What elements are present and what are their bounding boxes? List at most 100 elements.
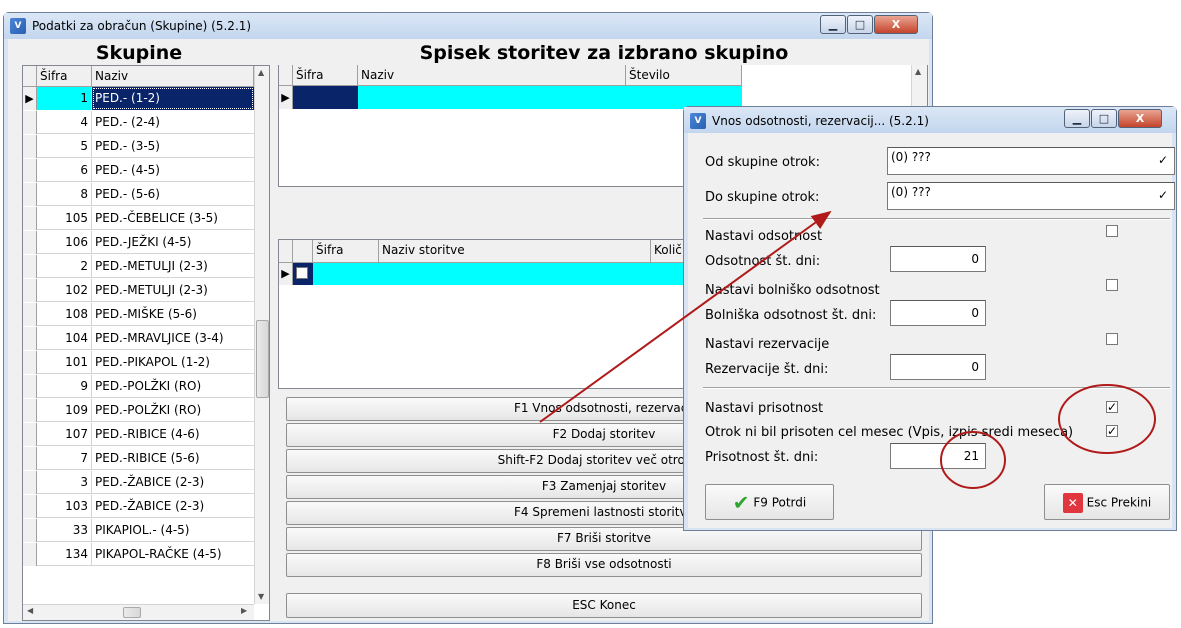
group-code[interactable]: 2 <box>37 255 92 278</box>
dialog-close-button[interactable]: X <box>1118 109 1162 128</box>
services-row[interactable]: ▶ <box>279 86 742 109</box>
bolniska-dni-input[interactable]: 0 <box>890 300 986 326</box>
group-row[interactable]: 103 PED.-ŽABICE (2-3) <box>23 495 254 518</box>
group-name[interactable]: PED.-MIŠKE (5-6) <box>92 303 254 326</box>
group-row[interactable]: 134 PIKAPOL-RAČKE (4-5) <box>23 543 254 566</box>
group-row[interactable]: 101 PED.-PIKAPOL (1-2) <box>23 351 254 374</box>
group-row[interactable]: 104 PED.-MRAVLJICE (3-4) <box>23 327 254 350</box>
group-name[interactable]: PED.-RIBICE (5-6) <box>92 447 254 470</box>
group-code[interactable]: 6 <box>37 159 92 182</box>
group-code[interactable]: 8 <box>37 183 92 206</box>
group-row[interactable]: 102 PED.-METULJI (2-3) <box>23 279 254 302</box>
group-row[interactable]: 9 PED.-POLŽKI (RO) <box>23 375 254 398</box>
dialog-minimize-button[interactable]: ▁ <box>1064 109 1090 128</box>
groups-vscroll-thumb[interactable] <box>256 320 269 398</box>
group-code[interactable]: 1 <box>37 87 92 110</box>
group-name[interactable]: PED.-METULJI (2-3) <box>92 255 254 278</box>
group-row[interactable]: 4 PED.- (2-4) <box>23 111 254 134</box>
function-button[interactable]: F8 Briši vse odsotnosti <box>286 553 922 577</box>
prisotnost-dni-input[interactable]: 21 <box>890 443 986 469</box>
group-name[interactable]: PED.-MRAVLJICE (3-4) <box>92 327 254 350</box>
scroll-left-arrow-icon[interactable]: ◀ <box>27 606 33 615</box>
maximize-button[interactable]: □ <box>847 15 873 34</box>
group-row[interactable]: 108 PED.-MIŠKE (5-6) <box>23 303 254 326</box>
group-code[interactable]: 5 <box>37 135 92 158</box>
group-name[interactable]: PED.-POLŽKI (RO) <box>92 399 254 422</box>
rezervacije-dni-input[interactable]: 0 <box>890 354 986 380</box>
group-row[interactable]: 106 PED.-JEŽKI (4-5) <box>23 231 254 254</box>
do-skupine-field[interactable]: (0) ??? ✓ <box>887 182 1175 210</box>
group-code[interactable]: 105 <box>37 207 92 230</box>
group-row[interactable]: 8 PED.- (5-6) <box>23 183 254 206</box>
group-code[interactable]: 33 <box>37 519 92 542</box>
group-name[interactable]: PED.-RIBICE (4-6) <box>92 423 254 446</box>
group-name[interactable]: PED.- (3-5) <box>92 135 254 158</box>
scroll-right-arrow-icon[interactable]: ▶ <box>241 606 247 615</box>
groups-hscroll-thumb[interactable] <box>123 607 141 618</box>
group-code[interactable]: 134 <box>37 543 92 566</box>
group-code[interactable]: 108 <box>37 303 92 326</box>
group-name[interactable]: PED.- (2-4) <box>92 111 254 134</box>
group-name[interactable]: PED.- (5-6) <box>92 183 254 206</box>
close-button[interactable]: X <box>874 15 918 34</box>
od-skupine-field[interactable]: (0) ??? ✓ <box>887 147 1175 175</box>
scroll-down-arrow-icon[interactable]: ▼ <box>258 592 264 601</box>
services2-row-checkbox[interactable] <box>296 267 308 279</box>
do-skupine-dropdown-icon[interactable]: ✓ <box>1158 188 1168 202</box>
esc-konec-button[interactable]: ESC Konec <box>286 593 922 618</box>
groups-col-naziv[interactable]: Naziv <box>92 66 254 87</box>
group-code[interactable]: 3 <box>37 471 92 494</box>
groups-vscrollbar[interactable]: ▲ ▼ <box>254 66 269 604</box>
group-code[interactable]: 106 <box>37 231 92 254</box>
group-name[interactable]: PED.-JEŽKI (4-5) <box>92 231 254 254</box>
groups-hscrollbar[interactable]: ◀ ▶ <box>23 604 254 620</box>
group-code[interactable]: 4 <box>37 111 92 134</box>
scroll-up-arrow-icon[interactable]: ▲ <box>258 68 264 77</box>
group-code[interactable]: 109 <box>37 399 92 422</box>
minimize-button[interactable]: ▁ <box>820 15 846 34</box>
groups-col-sifra[interactable]: Šifra <box>37 66 92 87</box>
group-code[interactable]: 103 <box>37 495 92 518</box>
group-row[interactable]: 3 PED.-ŽABICE (2-3) <box>23 471 254 494</box>
group-row[interactable]: 2 PED.-METULJI (2-3) <box>23 255 254 278</box>
scroll-up-arrow-icon[interactable]: ▲ <box>915 67 921 76</box>
group-code[interactable]: 104 <box>37 327 92 350</box>
services-col-stevilo[interactable]: Število <box>626 65 742 86</box>
dialog-maximize-button[interactable]: □ <box>1091 109 1117 128</box>
group-code[interactable]: 101 <box>37 351 92 374</box>
group-code[interactable]: 102 <box>37 279 92 302</box>
potrdi-button[interactable]: ✔ F9 Potrdi <box>705 484 834 520</box>
group-name[interactable]: PED.- (4-5) <box>92 159 254 182</box>
group-name[interactable]: PED.-ČEBELICE (3-5) <box>92 207 254 230</box>
nastavi-odsotnost-checkbox[interactable] <box>1106 225 1118 237</box>
nastavi-bolnisko-checkbox[interactable] <box>1106 279 1118 291</box>
services2-row-select-cell[interactable] <box>293 263 313 285</box>
group-code[interactable]: 7 <box>37 447 92 470</box>
services-col-sifra[interactable]: Šifra <box>293 65 358 86</box>
nastavi-prisotnost-checkbox[interactable]: ✓ <box>1106 401 1118 413</box>
group-row[interactable]: 109 PED.-POLŽKI (RO) <box>23 399 254 422</box>
services-row-cyan-cell[interactable] <box>358 86 742 109</box>
groups-grid[interactable]: Šifra Naziv ▶ 1 PED.- (1-2) 4 PED.- (2-4) 5 PE… <box>22 65 270 621</box>
group-name[interactable]: PED.-ŽABICE (2-3) <box>92 495 254 518</box>
ni-bil-prisoten-checkbox[interactable]: ✓ <box>1106 425 1118 437</box>
group-row[interactable]: 7 PED.-RIBICE (5-6) <box>23 447 254 470</box>
group-name[interactable]: PED.-ŽABICE (2-3) <box>92 471 254 494</box>
odsotnost-dni-input[interactable]: 0 <box>890 246 986 272</box>
group-name[interactable]: PED.-POLŽKI (RO) <box>92 375 254 398</box>
services2-row[interactable]: ▶ <box>279 263 721 285</box>
group-row[interactable]: 5 PED.- (3-5) <box>23 135 254 158</box>
group-name[interactable]: PIKAPIOL.- (4-5) <box>92 519 254 542</box>
od-skupine-dropdown-icon[interactable]: ✓ <box>1158 153 1168 167</box>
group-row[interactable]: 33 PIKAPIOL.- (4-5) <box>23 519 254 542</box>
group-name[interactable]: PIKAPOL-RAČKE (4-5) <box>92 543 254 566</box>
group-name[interactable]: PED.-PIKAPOL (1-2) <box>92 351 254 374</box>
group-code[interactable]: 9 <box>37 375 92 398</box>
services-col-naziv[interactable]: Naziv <box>358 65 626 86</box>
prekini-button[interactable]: ✕ Esc Prekini <box>1044 484 1170 520</box>
services2-col-sifra[interactable]: Šifra <box>313 240 379 263</box>
group-row[interactable]: 105 PED.-ČEBELICE (3-5) <box>23 207 254 230</box>
group-code[interactable]: 107 <box>37 423 92 446</box>
services2-row-cyan-cell[interactable] <box>313 263 721 285</box>
services-row-code-cell[interactable] <box>293 86 358 109</box>
